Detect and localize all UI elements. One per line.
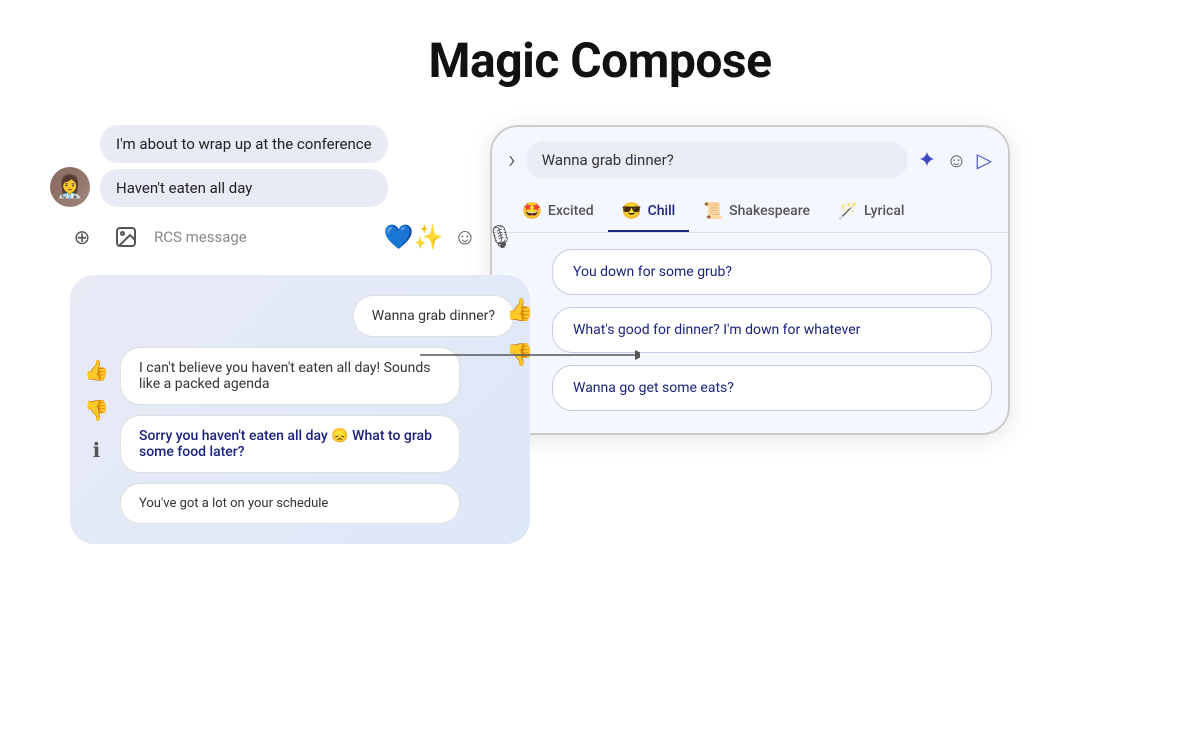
- lyrical-label: Lyrical: [864, 203, 904, 219]
- magic-heart-icon[interactable]: 💙✨: [384, 223, 444, 251]
- right-suggestion-2[interactable]: What's good for dinner? I'm down for wha…: [552, 307, 992, 353]
- phone-frame: › Wanna grab dinner? ✦ ☺ ▷ 🤩 Excited 😎 C…: [490, 125, 1010, 435]
- send-icon[interactable]: ▷: [977, 148, 992, 172]
- suggestion-card-left: 👍 👎 ℹ Wanna grab dinner? I can't believe…: [70, 275, 530, 544]
- avatar: 👩‍⚕️: [50, 167, 90, 207]
- right-panel: › Wanna grab dinner? ✦ ☺ ▷ 🤩 Excited 😎 C…: [490, 125, 1010, 435]
- card-left-icons: 👍 👎 ℹ: [84, 358, 109, 462]
- suggestion-bubble-2[interactable]: Sorry you haven't eaten all day 😞 What t…: [120, 415, 460, 473]
- tab-shakespeare[interactable]: 📜 Shakespeare: [689, 193, 824, 232]
- excited-label: Excited: [548, 203, 594, 219]
- suggestion-sent[interactable]: Wanna grab dinner?: [353, 295, 514, 337]
- rcs-input[interactable]: RCS message: [154, 228, 372, 246]
- right-suggestion-3[interactable]: Wanna go get some eats?: [552, 365, 992, 411]
- chat-bubble-2: Haven't eaten all day: [100, 169, 388, 207]
- emoji-compose-icon[interactable]: ☺: [946, 148, 966, 173]
- suggestion-bubble-1[interactable]: I can't believe you haven't eaten all da…: [120, 347, 460, 405]
- thumbs-up-icon[interactable]: 👍: [84, 358, 109, 382]
- phone-header: › Wanna grab dinner? ✦ ☺ ▷: [492, 127, 1008, 189]
- phone-header-icons: ✦ ☺ ▷: [918, 148, 992, 173]
- main-content: 👩‍⚕️ I'm about to wrap up at the confere…: [50, 125, 1150, 544]
- tab-lyrical[interactable]: 🪄 Lyrical: [824, 193, 918, 232]
- right-suggestion-1[interactable]: You down for some grub?: [552, 249, 992, 295]
- thumbs-down-icon[interactable]: 👎: [84, 398, 109, 422]
- magic-pencil-icon[interactable]: ✦: [918, 148, 936, 173]
- input-bar: ⊕ RCS message 💙✨ ☺ 🎙: [50, 211, 530, 263]
- emoji-icon[interactable]: ☺: [454, 224, 476, 250]
- avatar-image: 👩‍⚕️: [50, 167, 90, 207]
- info-icon[interactable]: ℹ: [93, 438, 101, 462]
- add-icon[interactable]: ⊕: [66, 221, 98, 253]
- suggestion-bubble-3[interactable]: You've got a lot on your schedule: [120, 483, 460, 524]
- lyrical-emoji: 🪄: [838, 201, 858, 220]
- chat-bubble-1: I'm about to wrap up at the conference: [100, 125, 388, 163]
- left-panel: 👩‍⚕️ I'm about to wrap up at the confere…: [50, 125, 530, 544]
- chill-label: Chill: [648, 203, 676, 219]
- right-thumbs-down-icon[interactable]: 👎: [506, 343, 533, 368]
- right-thumbs-up-icon[interactable]: 👍: [506, 298, 533, 323]
- shakespeare-emoji: 📜: [703, 201, 723, 220]
- shakespeare-label: Shakespeare: [729, 203, 810, 219]
- tone-tabs: 🤩 Excited 😎 Chill 📜 Shakespeare 🪄 Lyrica…: [492, 189, 1008, 233]
- received-bubbles: I'm about to wrap up at the conference H…: [100, 125, 388, 207]
- right-side-icons: 👍 👎: [506, 298, 533, 368]
- tab-chill[interactable]: 😎 Chill: [608, 193, 690, 232]
- left-suggestion-bubbles: Wanna grab dinner? I can't believe you h…: [120, 295, 514, 524]
- image-icon[interactable]: [110, 221, 142, 253]
- avatar-row: 👩‍⚕️ I'm about to wrap up at the confere…: [50, 125, 530, 207]
- page-title: Magic Compose: [428, 32, 771, 89]
- right-suggestions: 👍 👎 You down for some grub? What's good …: [492, 233, 1008, 433]
- chill-emoji: 😎: [622, 201, 642, 220]
- phone-input-field[interactable]: Wanna grab dinner?: [526, 141, 908, 179]
